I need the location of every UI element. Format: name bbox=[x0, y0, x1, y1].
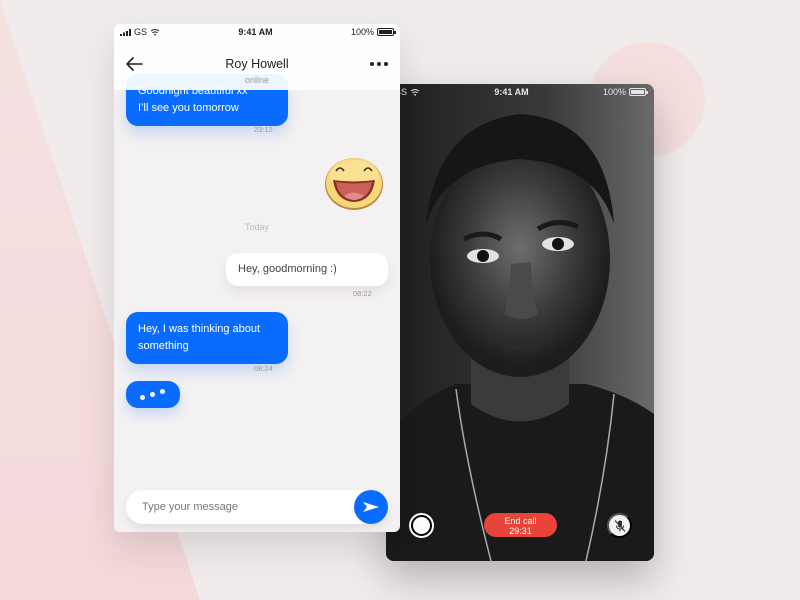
chat-screen: GS 9:41 AM 100% Goodnight beautiful xx I… bbox=[114, 24, 400, 532]
message-line: something bbox=[138, 340, 189, 352]
more-dots-icon bbox=[370, 62, 374, 66]
mic-off-icon bbox=[614, 519, 625, 532]
message-input[interactable] bbox=[142, 490, 342, 524]
message-time: 08:24 bbox=[254, 364, 273, 373]
contact-name: Roy Howell bbox=[225, 57, 289, 71]
message-bubble-incoming: Hey, I was thinking about something bbox=[126, 312, 288, 364]
message-composer bbox=[126, 490, 388, 524]
call-controls: End call 29:31 bbox=[386, 513, 654, 539]
message-bubble-outgoing: Hey, goodmorning :) bbox=[226, 253, 388, 286]
end-call-label: End call bbox=[504, 516, 537, 526]
video-call-screen: GS 9:41 AM 100% End call 29:31 bbox=[386, 84, 654, 561]
typing-dot bbox=[140, 395, 145, 400]
call-duration: 29:31 bbox=[509, 526, 532, 536]
send-button[interactable] bbox=[354, 490, 388, 524]
battery-icon bbox=[628, 88, 648, 96]
battery-percent: 100% bbox=[602, 87, 626, 97]
message-line: I’ll see you tomorrow bbox=[138, 102, 239, 114]
clock: 9:41 AM bbox=[238, 27, 273, 37]
battery-icon bbox=[376, 28, 396, 36]
contact-status: online bbox=[244, 75, 270, 85]
more-dots-icon bbox=[377, 62, 381, 66]
clock: 9:41 AM bbox=[494, 87, 529, 97]
typing-dot bbox=[160, 389, 165, 394]
wifi-icon bbox=[150, 29, 160, 36]
message-time: 08:22 bbox=[353, 289, 372, 298]
send-icon bbox=[363, 502, 379, 512]
message-time: 23:12 bbox=[254, 125, 273, 134]
laughing-emoji-sticker bbox=[325, 158, 383, 210]
day-separator: Today bbox=[244, 222, 270, 232]
message-line: Hey, I was thinking about bbox=[138, 323, 261, 335]
typing-indicator bbox=[126, 381, 180, 408]
video-status-bar: GS 9:41 AM 100% bbox=[386, 84, 654, 100]
chat-status-bar: GS 9:41 AM 100% bbox=[114, 24, 400, 40]
caller-video-feed bbox=[386, 84, 654, 561]
typing-dot bbox=[150, 392, 155, 397]
wifi-icon bbox=[410, 89, 420, 96]
carrier-label: GS bbox=[134, 27, 148, 37]
signal-icon bbox=[120, 28, 131, 36]
more-options-button[interactable] bbox=[370, 60, 388, 68]
record-button[interactable] bbox=[409, 513, 434, 538]
battery-percent: 100% bbox=[350, 27, 374, 37]
end-call-button[interactable]: End call 29:31 bbox=[484, 513, 557, 537]
more-dots-icon bbox=[384, 62, 388, 66]
mute-button[interactable] bbox=[607, 513, 632, 538]
message-text: Hey, goodmorning :) bbox=[238, 263, 337, 275]
